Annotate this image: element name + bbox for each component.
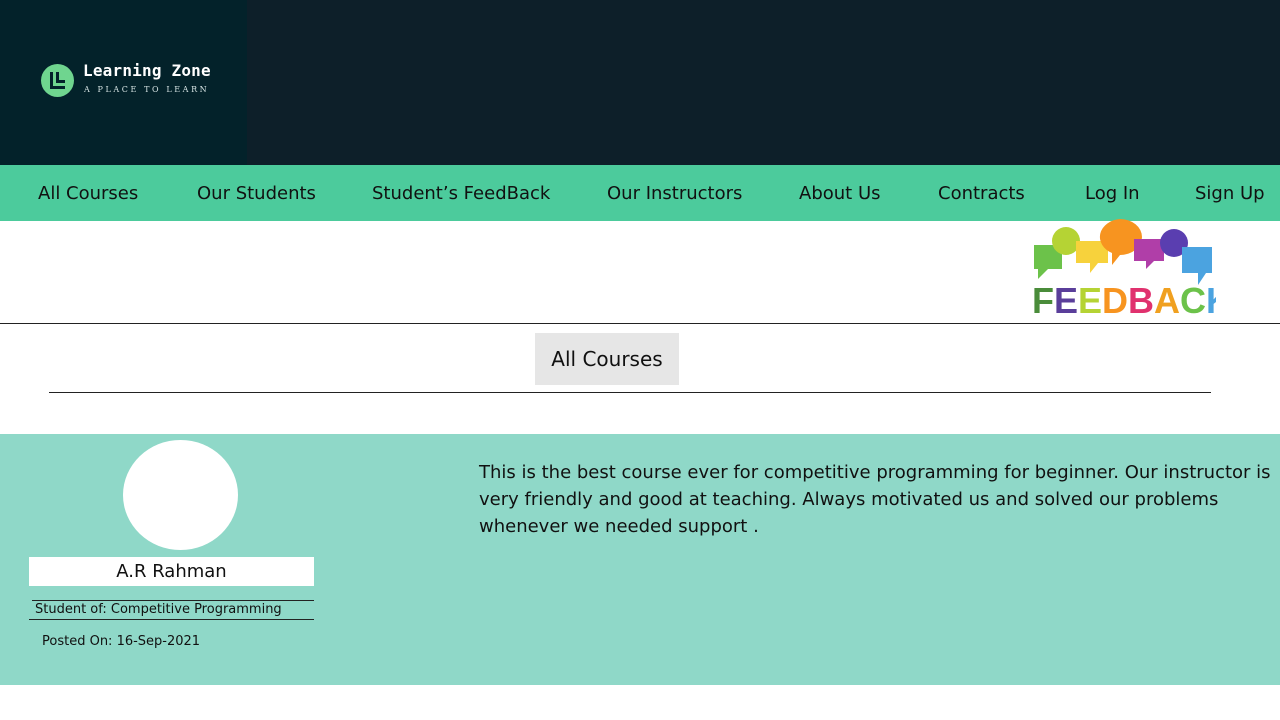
divider-top	[0, 323, 1280, 324]
nav-item-contracts[interactable]: Contracts	[938, 183, 1025, 204]
review-text: This is the best course ever for competi…	[479, 462, 1271, 537]
brand-tagline: A PLACE TO LEARN	[84, 85, 210, 94]
logo-panel[interactable]: Learning Zone A PLACE TO LEARN	[0, 0, 247, 165]
divider-middle	[49, 392, 1211, 393]
student-avatar	[123, 440, 238, 550]
learning-zone-logo-icon	[41, 64, 74, 97]
feedback-card: A.R Rahman Student of: Competitive Progr…	[0, 434, 1280, 685]
student-name: A.R Rahman	[29, 557, 314, 586]
nav-item-about-us[interactable]: About Us	[799, 183, 881, 204]
brand-name: Learning Zone	[83, 61, 211, 80]
nav-item-our-students[interactable]: Our Students	[197, 183, 316, 204]
site-header: Learning Zone A PLACE TO LEARN	[0, 0, 1280, 165]
student-course: Student of: Competitive Programming	[35, 602, 282, 617]
nav-item-log-in[interactable]: Log In	[1085, 183, 1140, 204]
posted-date: Posted On: 16-Sep-2021	[42, 634, 201, 649]
feedback-graphic-text: FEEDBACK	[1032, 280, 1216, 317]
all-courses-filter-button[interactable]: All Courses	[535, 333, 679, 385]
nav-item-all-courses[interactable]: All Courses	[38, 183, 138, 204]
feedback-speech-bubbles-image: FEEDBACK	[1032, 219, 1216, 317]
nav-item-students-feedback[interactable]: Student’s FeedBack	[372, 183, 550, 204]
student-divider-bottom	[29, 619, 314, 620]
nav-item-our-instructors[interactable]: Our Instructors	[607, 183, 742, 204]
student-divider-top	[32, 600, 314, 601]
main-nav: All Courses Our Students Student’s FeedB…	[0, 165, 1280, 221]
nav-item-sign-up[interactable]: Sign Up	[1195, 183, 1265, 204]
